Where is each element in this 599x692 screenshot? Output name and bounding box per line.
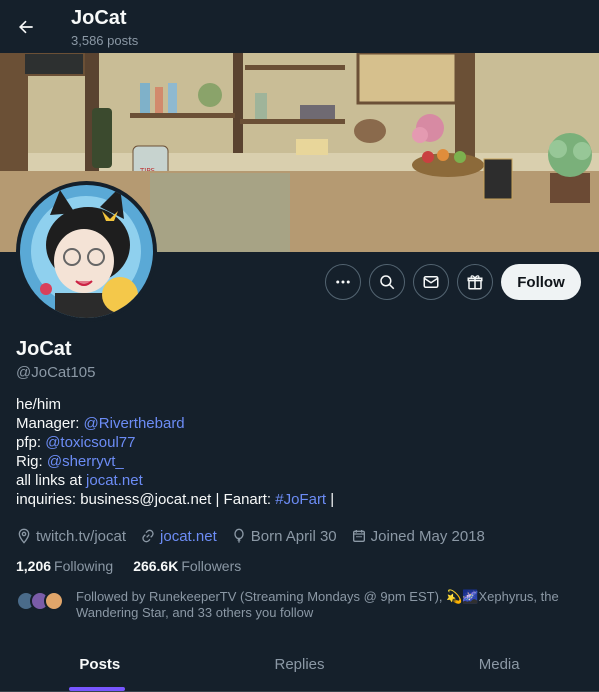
post-count: 3,586 posts [71, 33, 139, 48]
header-name: JoCat [71, 7, 127, 29]
bio-rig-prefix: Rig: [16, 453, 47, 470]
bio-inquiries-suffix: | [326, 491, 335, 508]
mutual-avatars [16, 589, 74, 613]
subscribe-gift-button[interactable] [457, 264, 493, 300]
profile-meta: twitch.tv/jocat jocat.net Born April 30 … [16, 526, 499, 546]
link-icon [142, 529, 154, 543]
birthday-text: Born April 30 [250, 527, 337, 545]
tab-replies[interactable]: Replies [200, 640, 400, 691]
bio-manager-line: Manager: @Riverthebard [16, 414, 576, 433]
followed-by-text: Followed by RunekeeperTV (Streaming Mond… [76, 589, 559, 621]
followers-stat[interactable]: 266.6K Followers [133, 558, 241, 574]
location-pin-icon [18, 528, 30, 544]
bio-pronouns: he/him [16, 396, 62, 413]
message-button[interactable] [413, 264, 449, 300]
bio-pfp-line: pfp: @toxicsoul77 [16, 433, 576, 452]
joined-item: Joined May 2018 [351, 528, 485, 545]
avatar[interactable] [16, 181, 157, 322]
active-tab-indicator [69, 687, 125, 691]
followers-count: 266.6K [133, 558, 179, 574]
rig-mention-link[interactable]: @sherryvt_ [47, 453, 124, 470]
bio-website-link[interactable]: jocat.net [86, 472, 143, 489]
balloon-icon [234, 528, 244, 543]
bio-manager-prefix: Manager: [16, 415, 84, 432]
pfp-mention-link[interactable]: @toxicsoul77 [45, 434, 135, 451]
bio-rig-line: Rig: @sherryvt_ [16, 452, 576, 471]
followers-you-know[interactable]: Followed by RunekeeperTV (Streaming Mond… [16, 589, 586, 621]
bio-links-prefix: all links at [16, 472, 87, 489]
search-icon [380, 275, 395, 290]
link-item[interactable]: jocat.net [140, 528, 217, 545]
follow-stats: 1,206 Following 266.6K Followers [16, 558, 261, 574]
profile-display-name: JoCat [16, 338, 72, 360]
bio-inquiries-prefix: inquiries: business@jocat.net | Fanart: [16, 491, 276, 508]
more-button[interactable] [325, 264, 361, 300]
location-text: twitch.tv/jocat [36, 527, 127, 545]
calendar-icon [352, 530, 365, 542]
bio-links-line: all links at jocat.net [16, 471, 576, 490]
birthday-item: Born April 30 [231, 528, 337, 545]
following-stat[interactable]: 1,206 Following [16, 558, 113, 574]
mail-icon [423, 276, 439, 288]
avatar-image [20, 185, 153, 318]
manager-mention-link[interactable]: @Riverthebard [84, 415, 185, 432]
followed-by-line-2: Wandering Star, and 33 others you follow [76, 605, 314, 620]
arrow-left-icon [19, 20, 33, 34]
follow-button[interactable]: Follow [501, 264, 581, 300]
profile-tabs: Posts Replies Media [0, 640, 599, 692]
back-button[interactable] [10, 11, 42, 43]
tab-media[interactable]: Media [399, 640, 599, 691]
top-bar: JoCat 3,586 posts [0, 0, 599, 53]
fanart-hashtag-link[interactable]: #JoFart [275, 491, 326, 508]
profile-bio: he/him Manager: @Riverthebard pfp: @toxi… [16, 395, 576, 509]
website-item: twitch.tv/jocat [16, 528, 126, 545]
tab-posts[interactable]: Posts [0, 640, 200, 691]
profile-website-link[interactable]: jocat.net [160, 528, 217, 545]
gift-icon [467, 275, 483, 290]
bio-pfp-prefix: pfp: [16, 434, 46, 451]
followers-label: Followers [181, 558, 242, 574]
more-icon [336, 280, 350, 284]
bio-inquiries-line: inquiries: business@jocat.net | Fanart: … [16, 490, 576, 509]
mutual-avatar [44, 591, 64, 611]
following-label: Following [54, 558, 114, 574]
joined-text: Joined May 2018 [370, 527, 485, 545]
profile-handle: @JoCat105 [16, 364, 96, 381]
following-count: 1,206 [16, 558, 52, 574]
followed-by-line-1: Followed by RunekeeperTV (Streaming Mond… [76, 589, 559, 604]
search-profile-button[interactable] [369, 264, 405, 300]
